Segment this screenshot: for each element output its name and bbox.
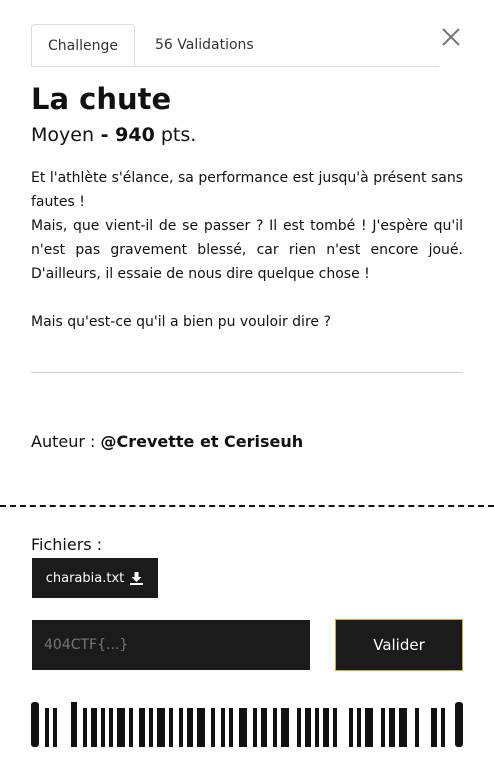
dashed-separator — [0, 505, 494, 507]
description-paragraph: Mais, que vient-il de se passer ? Il est… — [31, 218, 463, 282]
files-label: Fichiers : — [31, 535, 103, 554]
difficulty-label: Moyen — [31, 124, 94, 146]
points-value: 940 — [115, 124, 155, 146]
tab-bar: Challenge 56 Validations — [31, 24, 439, 67]
file-name: charabia.txt — [45, 570, 125, 586]
download-icon — [130, 571, 144, 585]
tab-challenge[interactable]: Challenge — [31, 24, 135, 66]
tab-validations[interactable]: 56 Validations — [155, 24, 254, 66]
file-download-button[interactable]: charabia.txt — [32, 558, 158, 598]
close-icon[interactable] — [440, 26, 462, 48]
challenge-title: La chute — [31, 82, 172, 116]
challenge-meta: Moyen - 940 pts. — [31, 124, 196, 146]
description-paragraph: Mais qu'est-ce qu'il a bien pu vouloir d… — [31, 314, 331, 330]
challenge-description: Et l'athlète s'élance, sa performance es… — [31, 166, 463, 334]
section-divider — [31, 372, 463, 373]
points-separator: - — [94, 124, 116, 146]
description-paragraph: Et l'athlète s'élance, sa performance es… — [31, 170, 463, 210]
barcode-decoration — [31, 702, 463, 747]
author-line: Auteur : @Crevette et Ceriseuh — [31, 432, 303, 451]
author-name: @Crevette et Ceriseuh — [100, 432, 304, 451]
points-unit: pts. — [154, 124, 197, 146]
submit-button[interactable]: Valider — [335, 619, 463, 671]
flag-input[interactable] — [32, 620, 310, 670]
author-label: Auteur : — [31, 432, 101, 451]
